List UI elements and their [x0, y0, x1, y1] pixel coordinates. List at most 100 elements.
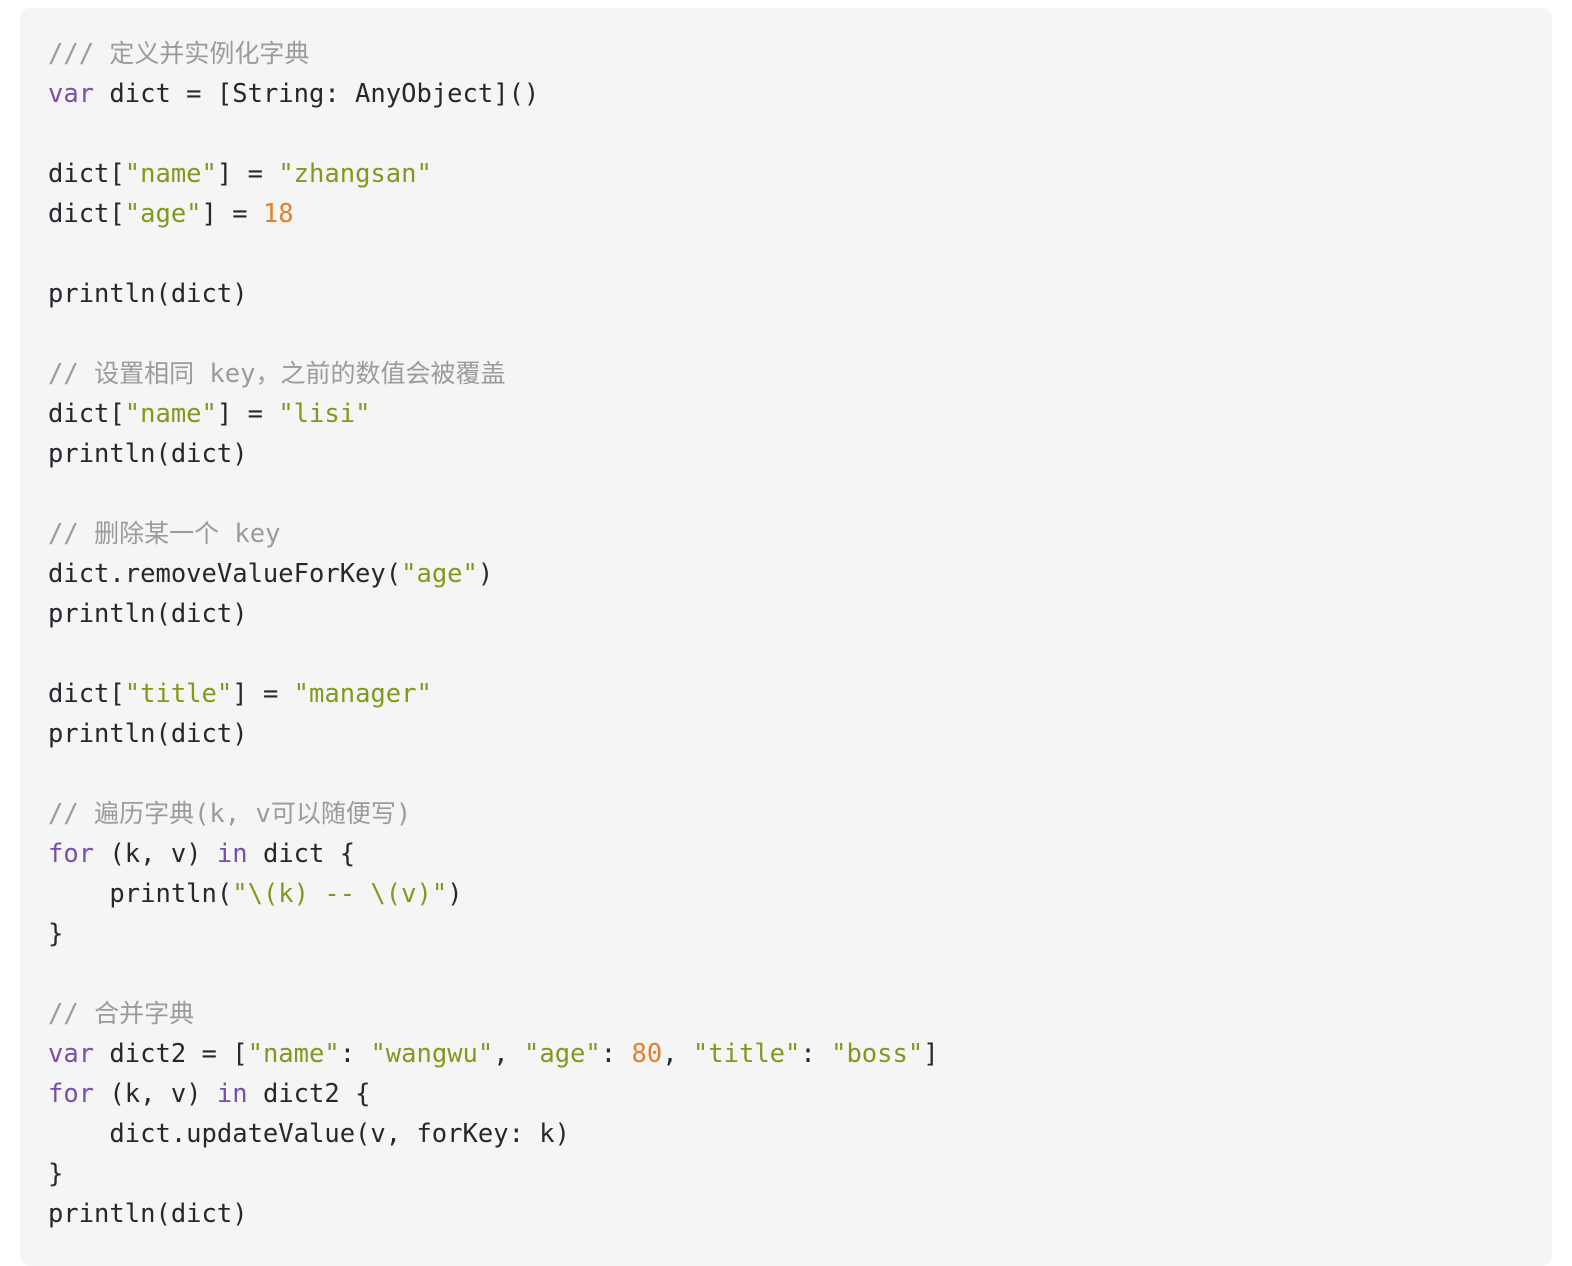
code-line: println(dict)	[48, 594, 1552, 634]
code-token-string: "name"	[124, 399, 217, 429]
code-token-string: "boss"	[831, 1039, 924, 1069]
code-block: /// 定义并实例化字典 var dict = [String: AnyObjec…	[20, 8, 1552, 1266]
code-token-string: "age"	[523, 1039, 601, 1069]
code-token-number: 18	[262, 199, 294, 229]
code-line: println(dict)	[48, 714, 1552, 754]
code-token-plain: (k, v)	[94, 1079, 217, 1109]
code-token-comment: )	[395, 799, 412, 829]
code-token-function: println	[48, 599, 156, 629]
code-line: dict["age"] = 18	[48, 194, 1552, 234]
code-token-string: "wangwu"	[370, 1039, 494, 1069]
code-token-plain: :	[339, 1039, 371, 1069]
code-line: var dict = [String: AnyObject]()	[48, 74, 1552, 114]
code-token-comment: 定义并实例化字典	[109, 39, 310, 68]
code-token-plain: ] =	[201, 199, 263, 229]
code-token-plain: dict.updateValue(v, forKey: k)	[48, 1119, 570, 1149]
code-token-function: println	[48, 719, 156, 749]
code-token-plain: ,	[493, 1039, 524, 1069]
code-token-string: "name"	[247, 1039, 340, 1069]
code-line: dict["name"] = "lisi"	[48, 394, 1552, 434]
code-token-plain: dict2 = [	[94, 1039, 248, 1069]
code-token-comment: key	[194, 359, 256, 389]
code-token-plain: (dict)	[155, 719, 248, 749]
code-token-plain: dict[	[48, 159, 125, 189]
code-line: println(dict)	[48, 274, 1552, 314]
code-token-plain: dict[	[48, 399, 125, 429]
code-token-number: 80	[631, 1039, 663, 1069]
code-token-plain: (dict)	[155, 279, 248, 309]
code-token-plain: ] =	[216, 159, 279, 189]
code-token-plain: ] =	[216, 399, 279, 429]
code-line: println(dict)	[48, 434, 1552, 474]
code-token-plain: dict.removeValueForKey(	[48, 559, 402, 589]
code-token-comment: 设置相同	[94, 359, 195, 388]
code-line: /// 定义并实例化字典	[48, 34, 1552, 74]
code-token-string: "manager"	[293, 679, 432, 709]
code-token-comment: 可以随便写	[270, 799, 396, 828]
code-token-string: "name"	[124, 159, 217, 189]
code-token-plain: :	[600, 1039, 632, 1069]
code-line: println(dict)	[48, 1194, 1552, 1234]
code-token-comment: 遍历字典	[94, 799, 195, 828]
code-line: dict["title"] = "manager"	[48, 674, 1552, 714]
code-line: var dict2 = ["name": "wangwu", "age": 80…	[48, 1034, 1552, 1074]
code-token-plain: dict[	[48, 199, 125, 229]
code-line: // 删除某一个 key	[48, 514, 1552, 554]
code-token-comment: 删除某一个	[94, 519, 220, 548]
code-token-string: "lisi"	[278, 399, 371, 429]
code-line: // 设置相同 key，之前的数值会被覆盖	[48, 354, 1552, 394]
code-token-plain: (dict)	[155, 599, 248, 629]
code-token-plain: (k, v)	[94, 839, 217, 869]
code-token-function: println	[48, 279, 156, 309]
code-line-list: /// 定义并实例化字典 var dict = [String: AnyObjec…	[48, 34, 1552, 1234]
code-token-comment: ，之前的数值会被覆盖	[255, 359, 506, 388]
code-token-plain: ] =	[232, 679, 294, 709]
code-token-plain: )	[477, 559, 494, 589]
code-token-plain: dict2 {	[247, 1079, 371, 1109]
code-token-plain: }	[48, 919, 64, 949]
code-token-comment: key	[219, 519, 281, 549]
code-token-plain: ,	[662, 1039, 693, 1069]
code-token-comment: (k, v	[194, 799, 271, 829]
code-token-plain: :	[800, 1039, 832, 1069]
code-token-comment: //	[48, 999, 95, 1029]
code-token-keyword: for	[48, 1079, 95, 1109]
code-token-comment: //	[48, 799, 95, 829]
code-line: }	[48, 1154, 1552, 1194]
code-line: for (k, v) in dict {	[48, 834, 1552, 874]
code-token-function: println	[109, 879, 217, 909]
code-line: // 遍历字典(k, v可以随便写)	[48, 794, 1552, 834]
code-token-plain: dict {	[247, 839, 356, 869]
code-line: }	[48, 914, 1552, 954]
code-token-string: "age"	[401, 559, 478, 589]
code-token-comment: ///	[48, 39, 110, 69]
code-token-plain: )	[447, 879, 463, 909]
code-line: println("\(k) -- \(v)")	[48, 874, 1552, 914]
code-token-comment: 合并字典	[94, 999, 195, 1028]
code-token-keyword: in	[216, 839, 248, 869]
code-line: dict["name"] = "zhangsan"	[48, 154, 1552, 194]
code-line: // 合并字典	[48, 994, 1552, 1034]
code-token-function: println	[48, 1199, 156, 1229]
code-line: for (k, v) in dict2 {	[48, 1074, 1552, 1114]
code-token-comment: //	[48, 359, 95, 389]
code-token-keyword: var	[48, 1039, 95, 1069]
code-line: dict.updateValue(v, forKey: k)	[48, 1114, 1552, 1154]
code-token-string: "title"	[124, 679, 233, 709]
code-token-plain: (dict)	[155, 1199, 248, 1229]
code-line: dict.removeValueForKey("age")	[48, 554, 1552, 594]
code-token-string: "zhangsan"	[278, 159, 432, 189]
code-token-function: println	[48, 439, 156, 469]
code-token-plain: (dict)	[155, 439, 248, 469]
code-token-plain: dict = [String: AnyObject]()	[94, 79, 540, 109]
code-token-plain: ]	[923, 1039, 939, 1069]
code-token-string: "\(k) -- \(v)"	[232, 879, 448, 909]
code-token-keyword: in	[216, 1079, 248, 1109]
